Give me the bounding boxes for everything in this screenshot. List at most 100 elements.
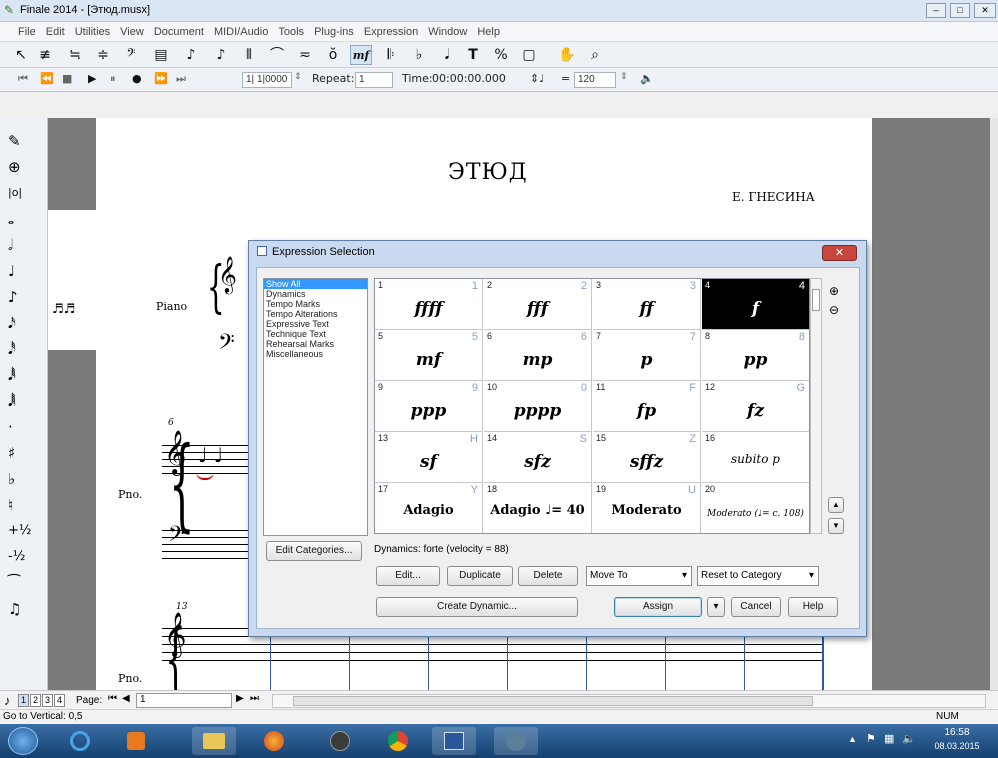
tempo-field[interactable]: 120 [574,72,616,88]
category-list[interactable]: Show All Dynamics Tempo Marks Tempo Alte… [263,278,368,536]
play-icon[interactable]: ▶ [88,72,96,85]
menu-view[interactable]: View [115,22,149,42]
expression-cell[interactable]: 2 2 fff [484,279,592,330]
rewind-to-start-icon[interactable]: ⏮ [18,72,28,86]
expression-cell[interactable]: 20 Moderato (♩= c. 108) [702,483,809,533]
menu-edit[interactable]: Edit [41,22,70,42]
menu-document[interactable]: Document [149,22,209,42]
tempo-spinner-icon[interactable]: ⇕ [620,72,628,82]
internet-explorer-icon[interactable] [58,727,102,755]
graphics-tool-icon[interactable]: ▢ [518,45,540,65]
layer-3-button[interactable]: 3 [42,694,53,707]
firefox-icon[interactable] [252,727,296,755]
expression-cell[interactable]: 18 Adagio ♩= 40 [484,483,592,533]
expression-cell[interactable]: 8 8 pp [702,330,809,381]
forward-to-end-icon[interactable]: ⏭ [176,72,186,86]
move-to-dropdown[interactable]: Move To ▾ [586,566,692,586]
expression-tool-icon[interactable]: mf [350,45,372,65]
text-tool-icon[interactable]: T [462,45,484,65]
zoom-in-icon[interactable]: ⊕ [826,283,842,299]
lyrics-tool-icon[interactable]: 𝅘𝅥 [436,45,458,65]
selection-tool-icon[interactable]: ↖ [10,45,32,65]
smart-shape-tool-icon[interactable]: ⌒ [266,45,288,65]
category-tempo-marks[interactable]: Tempo Marks [264,299,367,309]
duplicate-button[interactable]: Duplicate [447,566,513,586]
expression-cell[interactable]: 1 1 ffff [375,279,483,330]
key-signature-tool-icon[interactable]: ≒ [64,45,86,65]
assign-button[interactable]: Assign [614,597,702,617]
maximize-button[interactable]: □ [950,3,970,18]
expression-cell[interactable]: 13 Hsf [375,432,483,483]
grid-scroll-thumb[interactable] [812,289,820,311]
playback-settings-icon[interactable]: 🔈 [640,72,654,85]
time-signature-tool-icon[interactable]: ≑ [92,45,114,65]
expression-cell[interactable]: 12 Gfz [702,381,809,432]
page-number-field[interactable]: 1 [136,693,232,708]
chrome-icon[interactable] [376,727,420,755]
create-dynamic-button[interactable]: Create Dynamic... [376,597,578,617]
eraser-icon[interactable]: ✎ [4,130,44,152]
help-button[interactable]: Help [788,597,838,617]
scroll-up-button[interactable]: ▲ [828,497,844,513]
tuplet-icon[interactable]: ♫ [4,598,44,620]
natural-icon[interactable]: ♮ [4,494,44,516]
prev-page-icon[interactable]: ◀ [122,693,130,704]
expression-cell[interactable]: 11 Ffp [593,381,701,432]
menu-window[interactable]: Window [423,22,472,42]
expression-cell[interactable]: 14 Ssfz [484,432,592,483]
next-page-icon[interactable]: ▶ [236,693,244,704]
expression-cell[interactable]: 19 U Moderato [593,483,701,533]
zoom-out-icon[interactable]: ⊖ [826,302,842,318]
clef-tool-icon[interactable]: 𝄢 [120,45,142,65]
expression-cell[interactable]: 6 6 mp [484,330,592,381]
staff-tool-icon[interactable]: ≢ [34,45,56,65]
volume-icon[interactable]: 🔈 [902,732,916,745]
menu-tools[interactable]: Tools [273,22,309,42]
category-dynamics[interactable]: Dynamics [264,289,367,299]
expression-cell[interactable]: 3 3 ff [593,279,701,330]
clock-date[interactable]: 08.03.2015 [928,741,986,751]
edit-categories-button[interactable]: Edit Categories... [266,541,362,561]
layer-4-button[interactable]: 4 [54,694,65,707]
tuplet-tool-icon[interactable]: ⦀ [238,45,260,65]
expression-cell[interactable]: 5 5 mf [375,330,483,381]
repeat-select[interactable]: 1 [355,72,393,88]
category-miscellaneous[interactable]: Miscellaneous [264,349,367,359]
whole-note-icon[interactable]: 𝅝 [4,208,44,230]
cancel-button[interactable]: Cancel [731,597,781,617]
stop-icon[interactable]: ■ [62,72,72,85]
expression-cell[interactable]: 15 Zsffz [593,432,701,483]
repeat-tool-icon[interactable]: 𝄆 [380,45,402,65]
128th-note-icon[interactable]: 𝅘𝅥𝅲 [4,390,44,412]
first-page-icon[interactable]: ⏮ [108,693,117,704]
breve-icon[interactable]: |o| [4,182,44,204]
flat-icon[interactable]: ♭ [4,468,44,490]
menu-midi-audio[interactable]: MIDI/Audio [209,22,273,42]
rewind-icon[interactable]: ⏪ [40,72,54,85]
menu-file[interactable]: File [0,22,41,42]
category-rehearsal-marks[interactable]: Rehearsal Marks [264,339,367,349]
edit-button[interactable]: Edit... [376,566,440,586]
ornament-tool-icon[interactable]: ŏ [322,45,344,65]
vertical-scrollbar[interactable] [990,118,998,690]
expression-cell[interactable]: 17 Y Adagio [375,483,483,533]
expression-cell[interactable]: 10 0 pppp [484,381,592,432]
start-button-icon[interactable] [8,727,38,755]
category-show-all[interactable]: Show All [264,279,367,289]
expression-cell[interactable]: 16 subito p [702,432,809,483]
grid-scrollbar[interactable] [810,278,822,534]
word-icon[interactable] [432,727,476,755]
measure-spinner-icon[interactable]: ⇕ [294,72,302,82]
record-icon[interactable]: ● [132,72,142,85]
resize-tool-icon[interactable]: % [490,45,512,65]
zoom-icon[interactable]: ⌕ [584,45,606,65]
horizontal-scrollbar[interactable] [272,694,986,708]
tempo-note-icon[interactable]: ⇕♩ [530,72,544,85]
last-page-icon[interactable]: ⏭ [250,693,259,704]
file-explorer-icon[interactable] [192,727,236,755]
menu-plug-ins[interactable]: Plug-ins [309,22,359,42]
eighth-note-icon[interactable]: ♪ [4,286,44,308]
horizontal-scroll-thumb[interactable] [293,696,813,706]
select-icon[interactable]: ⊕ [4,156,44,178]
pause-icon[interactable]: ⏸ [110,72,116,86]
